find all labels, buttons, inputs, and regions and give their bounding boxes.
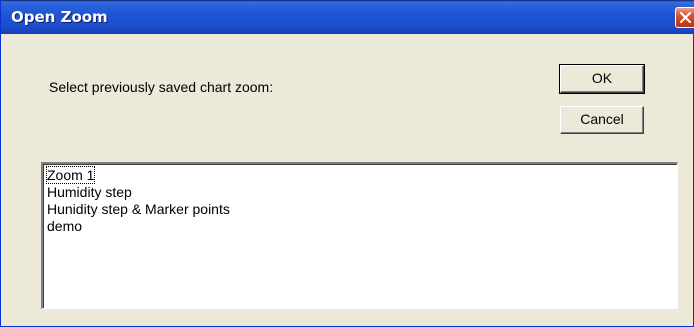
title-bar[interactable]: Open Zoom [1, 0, 694, 34]
select-zoom-prompt: Select previously saved chart zoom: [49, 79, 274, 95]
list-item[interactable]: Zoom 1 [45, 166, 96, 184]
open-zoom-dialog: Open Zoom Select previously saved chart … [0, 0, 694, 327]
close-button[interactable] [675, 7, 694, 28]
window-title: Open Zoom [11, 8, 108, 26]
saved-zoom-listbox[interactable]: Zoom 1 Humidity step Hunidity step & Mar… [41, 162, 678, 309]
list-item[interactable]: Humidity step [47, 184, 132, 200]
list-item[interactable]: Hunidity step & Marker points [47, 201, 230, 217]
ok-button[interactable]: OK [559, 64, 645, 94]
list-item[interactable]: demo [47, 218, 82, 234]
cancel-button[interactable]: Cancel [560, 106, 644, 134]
